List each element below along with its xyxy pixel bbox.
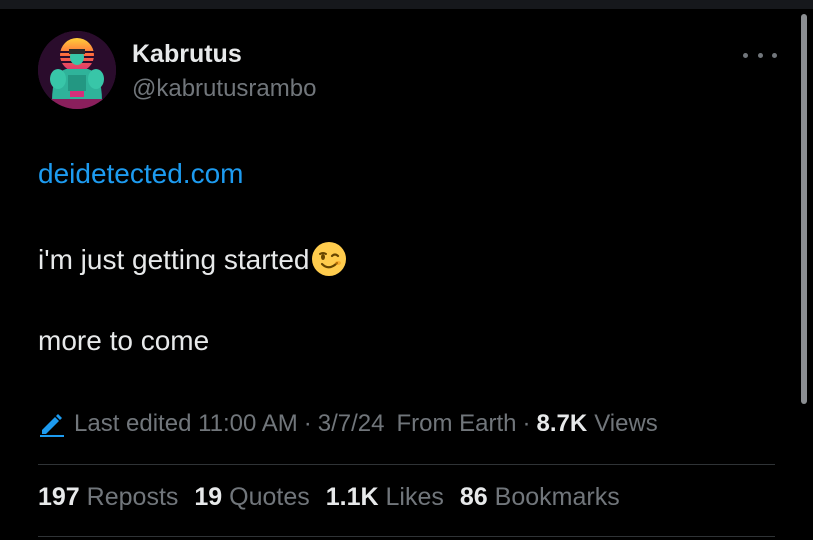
author-name[interactable]: Kabrutus [132, 40, 242, 69]
winking-face-icon [312, 242, 347, 276]
tweet-text-line: i'm just getting started [38, 241, 347, 277]
views-label: Views [594, 410, 658, 437]
tweet-text-line: more to come [38, 325, 209, 357]
bookmarks-stat[interactable]: 86 Bookmarks [460, 483, 620, 512]
tweet-text: more to come [38, 325, 210, 356]
avatar[interactable] [38, 31, 116, 109]
reposts-stat[interactable]: 197 Reposts [38, 483, 178, 512]
dot-icon [743, 52, 748, 58]
scrollbar[interactable] [801, 14, 807, 404]
tweet-location: From Earth [396, 410, 517, 437]
dot-icon [757, 52, 763, 58]
quotes-stat[interactable]: 19 Quotes [194, 483, 309, 512]
engagement-stats: 197 Reposts 19 Quotes 1.1K Likes 86 Book… [38, 483, 636, 512]
divider [38, 536, 775, 537]
top-bar [0, 0, 813, 9]
dot-icon [772, 52, 777, 58]
quotes-count: 19 [194, 483, 223, 511]
reposts-label: Reposts [86, 483, 179, 511]
meta-separator: · [522, 410, 531, 437]
views-count: 8.7K [536, 410, 588, 437]
bookmarks-count: 86 [459, 483, 488, 511]
last-edited-link[interactable]: Last edited 11:00 AM [74, 410, 298, 438]
bookmarks-label: Bookmarks [494, 483, 620, 511]
tweet-meta: Last edited 11:00 AM · 3/7/24 From Earth… [38, 410, 658, 438]
likes-label: Likes [385, 483, 444, 511]
pencil-icon [40, 414, 64, 437]
reposts-count: 197 [38, 483, 80, 511]
divider [38, 464, 775, 465]
author-handle[interactable]: @kabrutusrambo [132, 75, 316, 103]
quotes-label: Quotes [229, 483, 310, 511]
meta-separator: · [303, 410, 312, 437]
likes-stat[interactable]: 1.1K Likes [326, 483, 444, 512]
likes-count: 1.1K [325, 483, 379, 511]
more-options-button[interactable] [743, 45, 777, 65]
avatar-image [38, 31, 116, 109]
tweet-date[interactable]: 3/7/24 [318, 410, 385, 438]
tweet-link[interactable]: deidetected.com [38, 158, 243, 190]
tweet-text: i'm just getting started [38, 244, 310, 275]
